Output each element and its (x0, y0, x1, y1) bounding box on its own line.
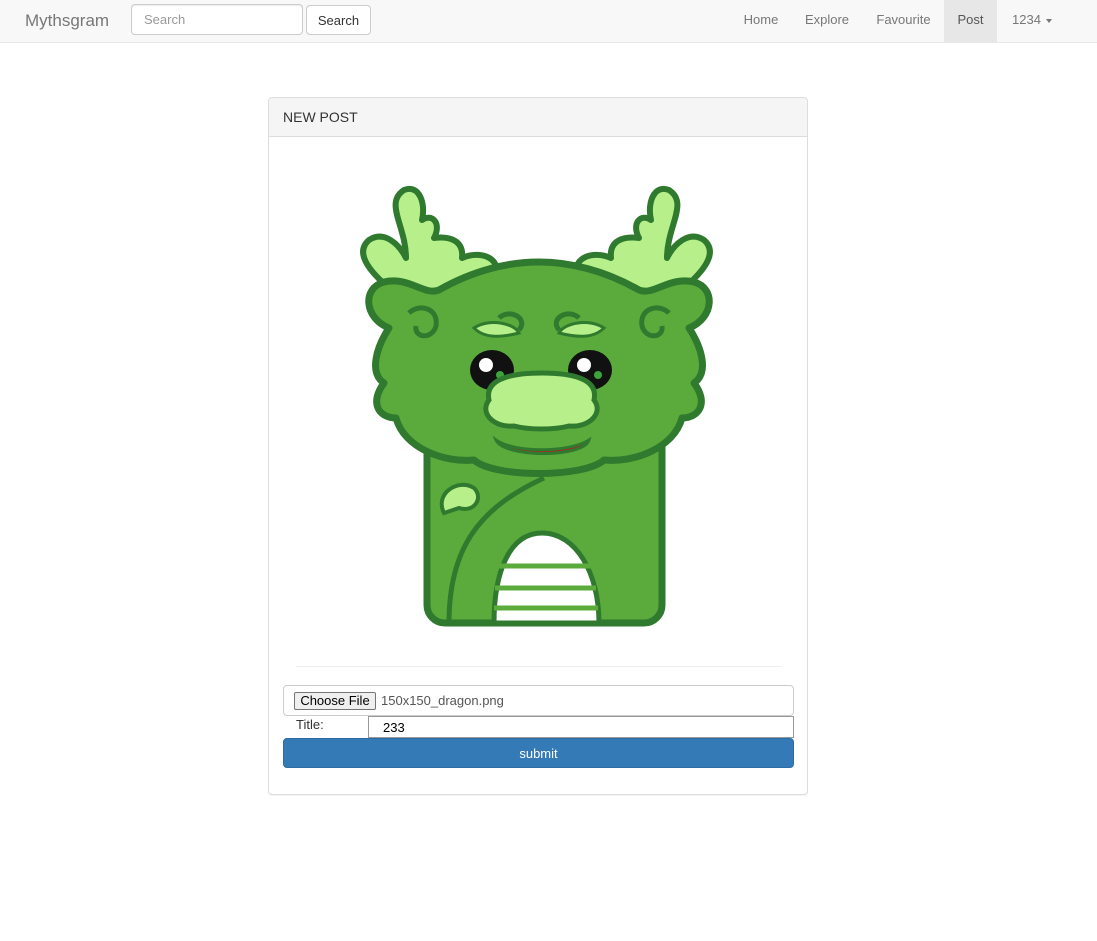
selected-file-name: 150x150_dragon.png (381, 693, 504, 708)
nav-home[interactable]: Home (731, 0, 791, 42)
nav-favourite[interactable]: Favourite (863, 0, 944, 42)
submit-button[interactable]: submit (283, 738, 794, 768)
caret-down-icon (1045, 18, 1052, 23)
search-button[interactable]: Search (306, 5, 371, 35)
divider (296, 666, 781, 667)
file-input[interactable]: Choose File 150x150_dragon.png (283, 685, 794, 716)
nav-post[interactable]: Post (944, 0, 997, 42)
user-menu-label: 1234 (1012, 12, 1041, 27)
nav-explore[interactable]: Explore (791, 0, 863, 42)
dragon-preview-image (360, 185, 713, 627)
choose-file-button[interactable]: Choose File (294, 692, 376, 710)
user-menu-dropdown[interactable]: 1234 (997, 0, 1067, 42)
search-input[interactable] (131, 4, 303, 35)
panel-title: NEW POST (283, 109, 358, 125)
brand-link[interactable]: Mythsgram (25, 11, 109, 31)
panel-heading: NEW POST (269, 98, 807, 137)
title-label: Title: (296, 717, 324, 732)
top-navbar: Mythsgram Search Home Explore Favourite … (0, 0, 1097, 43)
title-input[interactable] (368, 716, 794, 738)
new-post-panel: NEW POST Choose File 150x150_dragon.png … (268, 97, 808, 795)
